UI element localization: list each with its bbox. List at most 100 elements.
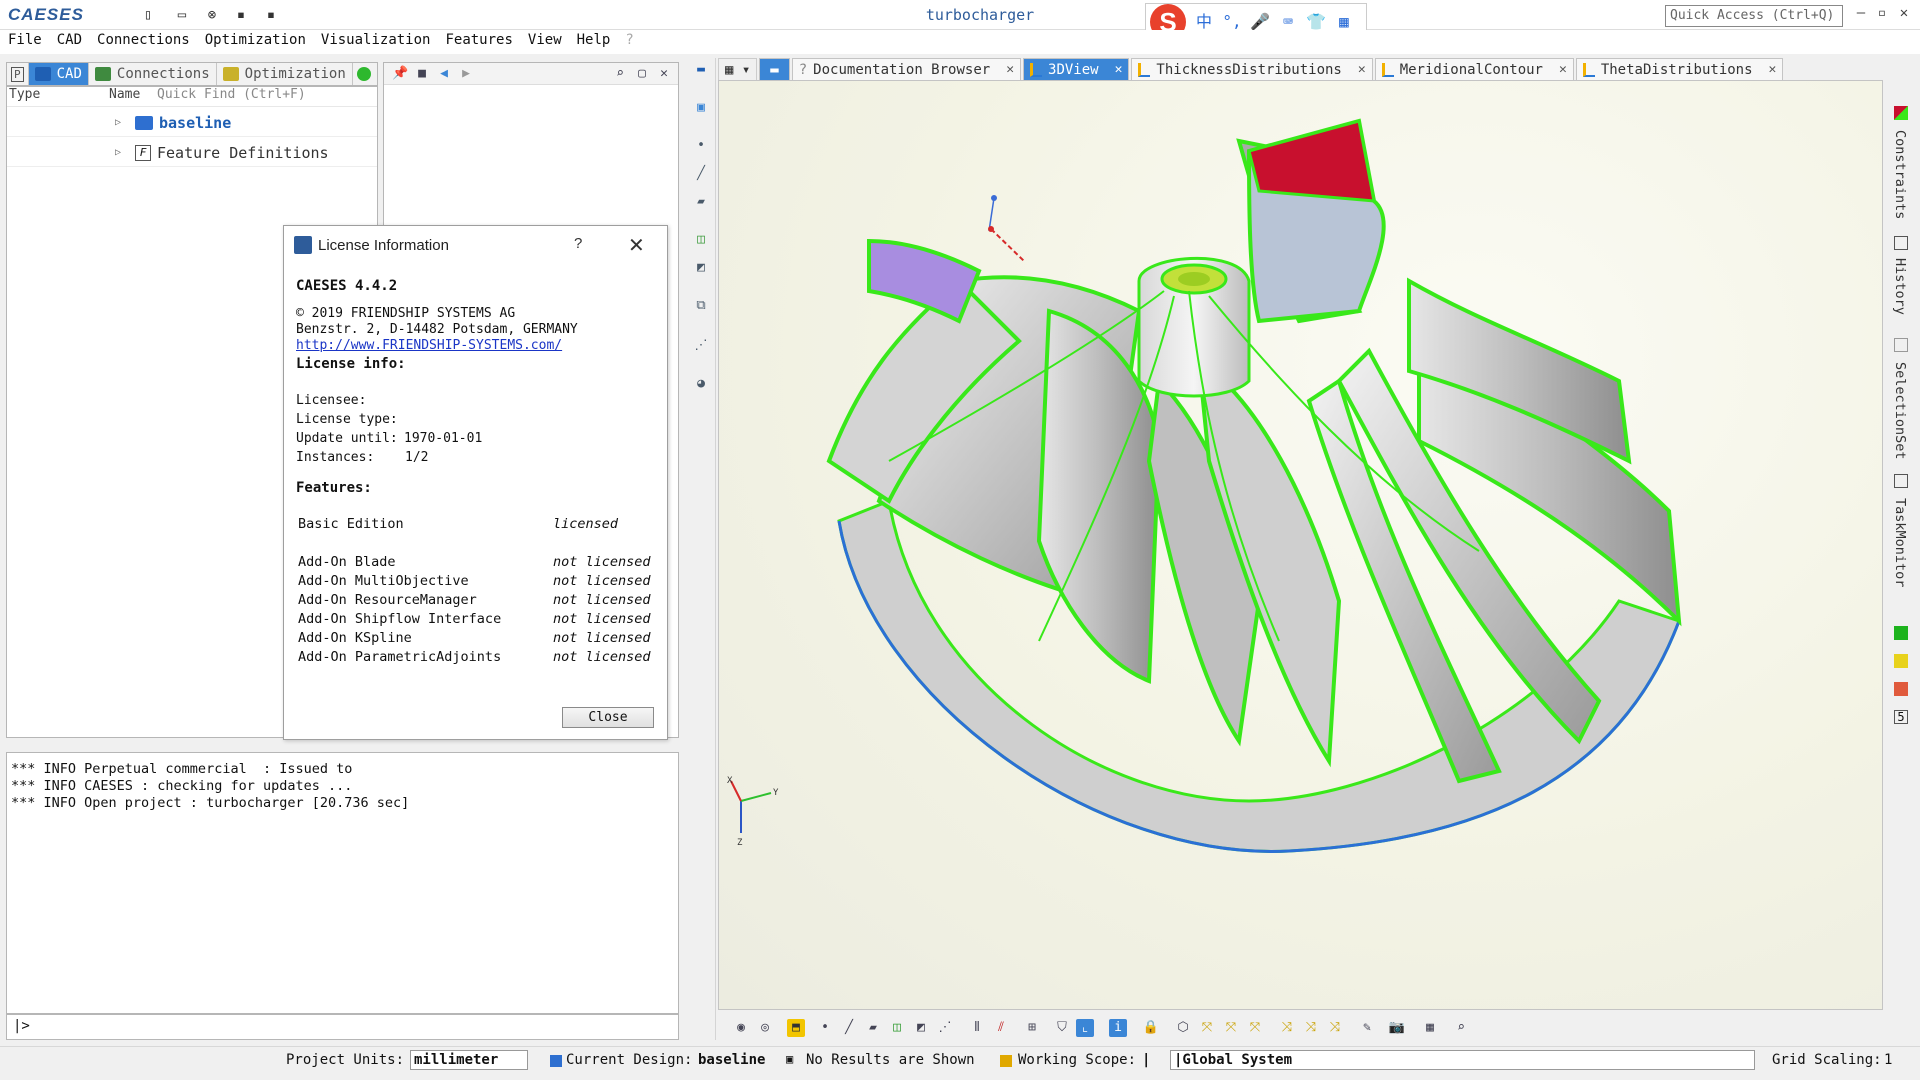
expand-arrow-icon[interactable]: ▷ — [115, 147, 125, 158]
surface-icon[interactable]: ▰ — [693, 194, 709, 210]
grid-scaling-value[interactable]: 1 — [1884, 1052, 1892, 1068]
tree-item-baseline[interactable]: ▷ baseline — [7, 109, 377, 137]
type-column-header[interactable]: Type — [9, 87, 109, 106]
dialog-help-button[interactable]: ? — [574, 235, 582, 252]
keyboard-icon[interactable]: ⌨ — [1278, 12, 1298, 32]
menu-cad[interactable]: CAD — [57, 30, 91, 54]
point-display-icon[interactable]: • — [816, 1019, 834, 1037]
close-tab-icon[interactable]: ✕ — [1358, 62, 1366, 77]
surface-display-icon[interactable]: ▰ — [864, 1019, 882, 1037]
refresh-icon[interactable] — [353, 63, 375, 85]
menu-file[interactable]: File — [8, 30, 51, 54]
quick-access-input[interactable]: Quick Access (Ctrl+Q) — [1665, 5, 1843, 27]
plane-icon[interactable]: ◩ — [693, 260, 709, 276]
tree-item-feature-definitions[interactable]: ▷ F Feature Definitions — [7, 139, 377, 167]
working-scope-value[interactable]: | — [1142, 1052, 1150, 1068]
close-button[interactable]: Close — [562, 707, 654, 728]
coordinate-system-select[interactable]: |Global System — [1170, 1050, 1755, 1070]
website-link[interactable]: http://www.FRIENDSHIP-SYSTEMS.com/ — [296, 338, 562, 353]
close-icon[interactable]: ✕ — [656, 66, 672, 82]
impeller-model[interactable]: X Y Z — [719, 81, 1883, 1010]
grid-icon[interactable]: ▦ — [1421, 1019, 1439, 1037]
lock-icon[interactable]: 🔒 — [1142, 1019, 1160, 1037]
layout-icon[interactable]: ▯ — [140, 7, 156, 23]
expand-arrow-icon[interactable]: ▷ — [115, 117, 125, 128]
camera-icon[interactable]: 📷 — [1388, 1019, 1406, 1037]
menu-help[interactable]: Help — [577, 30, 620, 54]
view-z-icon[interactable]: ⤧ — [1246, 1019, 1264, 1037]
help-circle-icon[interactable]: ? — [625, 30, 642, 54]
dotted-line-icon[interactable]: ⋰ — [936, 1019, 954, 1037]
close-tab-icon[interactable]: ✕ — [1559, 62, 1567, 77]
view-y-icon[interactable]: ⤧ — [1222, 1019, 1240, 1037]
view-x-icon[interactable]: ⤧ — [1198, 1019, 1216, 1037]
quick-find-input[interactable]: Quick Find (Ctrl+F) — [157, 87, 306, 106]
green-surface-icon[interactable]: ◫ — [693, 232, 709, 248]
folder-icon[interactable]: ▬ — [693, 62, 709, 78]
point-icon[interactable]: • — [693, 138, 709, 154]
menu-connections[interactable]: Connections — [97, 30, 199, 54]
search-icon[interactable]: ⌕ — [612, 66, 628, 82]
tab-documentation-browser[interactable]: ? Documentation Browser ✕ — [791, 58, 1022, 80]
status-red-swatch[interactable] — [1894, 682, 1908, 696]
save-icon[interactable]: ▪ — [233, 7, 249, 23]
maximize-button[interactable]: ▫ — [1870, 5, 1894, 25]
view-neg-x-icon[interactable]: ⤨ — [1278, 1019, 1296, 1037]
measure-tool-icon[interactable]: ⌞ — [1076, 1019, 1094, 1037]
layout-menu-icon[interactable]: ▦ ▾ — [718, 58, 758, 80]
back-icon[interactable]: ◀ — [436, 66, 452, 82]
command-line-input[interactable]: |> — [6, 1014, 679, 1040]
close-window-button[interactable]: ✕ — [1892, 5, 1916, 25]
dock-tab-selectionset[interactable]: SelectionSet — [1892, 362, 1908, 460]
tab-cad[interactable]: CAD — [28, 63, 89, 85]
menu-visualization[interactable]: Visualization — [321, 30, 440, 54]
dialog-close-icon[interactable]: ✕ — [628, 233, 645, 258]
project-units-select[interactable]: millimeter — [410, 1050, 528, 1070]
dock-tab-constraints[interactable]: Constraints — [1892, 130, 1908, 219]
info-icon[interactable]: i — [1109, 1019, 1127, 1037]
copy-icon[interactable]: ▢ — [634, 66, 650, 82]
pen-icon[interactable]: ✎ — [1358, 1019, 1376, 1037]
tab-theta-distributions[interactable]: ThetaDistributions ✕ — [1575, 58, 1784, 80]
tab-thickness-distributions[interactable]: ThicknessDistributions ✕ — [1131, 58, 1373, 80]
save-all-icon[interactable]: ▪ — [263, 7, 279, 23]
measure-icon[interactable]: ⋰ — [693, 338, 709, 354]
3d-viewport[interactable]: X Y Z — [718, 80, 1883, 1010]
close-tab-icon[interactable]: ✕ — [1115, 62, 1123, 77]
punctuation-icon[interactable]: °, — [1222, 12, 1242, 32]
skin-icon[interactable]: 👕 — [1306, 12, 1326, 32]
curve-icon[interactable]: ╱ — [693, 166, 709, 182]
close-tab-icon[interactable]: ✕ — [1006, 62, 1014, 77]
open-folder-icon[interactable]: ▭ — [174, 7, 190, 23]
record-icon[interactable]: ◉ — [732, 1019, 750, 1037]
select-icon[interactable]: ▣ — [693, 100, 709, 116]
tab-meridional-contour[interactable]: MeridionalContour ✕ — [1374, 58, 1574, 80]
current-design-value[interactable]: baseline — [698, 1052, 765, 1068]
green-display-icon[interactable]: ◫ — [888, 1019, 906, 1037]
dock-tab-taskmonitor[interactable]: TaskMonitor — [1892, 498, 1908, 587]
menu-optimization[interactable]: Optimization — [205, 30, 315, 54]
section-icon[interactable]: ⫴ — [968, 1019, 986, 1037]
forward-icon[interactable]: ▶ — [458, 66, 474, 82]
count-badge[interactable]: 5 — [1894, 710, 1908, 724]
microphone-icon[interactable]: 🎤 — [1250, 12, 1270, 32]
dock-tab-history[interactable]: History — [1892, 258, 1908, 315]
pin-icon[interactable]: 📌 — [392, 66, 408, 82]
name-column-header[interactable]: Name — [109, 87, 157, 106]
plane-display-icon[interactable]: ◩ — [912, 1019, 930, 1037]
shield-icon[interactable]: ⛉ — [1053, 1019, 1071, 1037]
clipping-icon[interactable]: ⫽ — [992, 1019, 1010, 1037]
chinese-mode-icon[interactable]: 中 — [1194, 12, 1214, 32]
status-yellow-swatch[interactable] — [1894, 654, 1908, 668]
zoom-icon[interactable]: ⌕ — [1452, 1019, 1470, 1037]
cube-view-icon[interactable]: ⬡ — [1174, 1019, 1192, 1037]
close-project-icon[interactable]: ⊗ — [204, 7, 220, 23]
view-neg-y-icon[interactable]: ⤨ — [1302, 1019, 1320, 1037]
tab-3dview[interactable]: 3DView ✕ — [1023, 58, 1130, 80]
view-folder-icon[interactable]: ▬ — [759, 58, 790, 80]
transform-icon[interactable]: ◕ — [693, 376, 709, 392]
curve-display-icon[interactable]: ╱ — [840, 1019, 858, 1037]
capture-icon[interactable]: ◎ — [756, 1019, 774, 1037]
status-green-swatch[interactable] — [1894, 626, 1908, 640]
solid-icon[interactable]: ⧉ — [693, 298, 709, 314]
